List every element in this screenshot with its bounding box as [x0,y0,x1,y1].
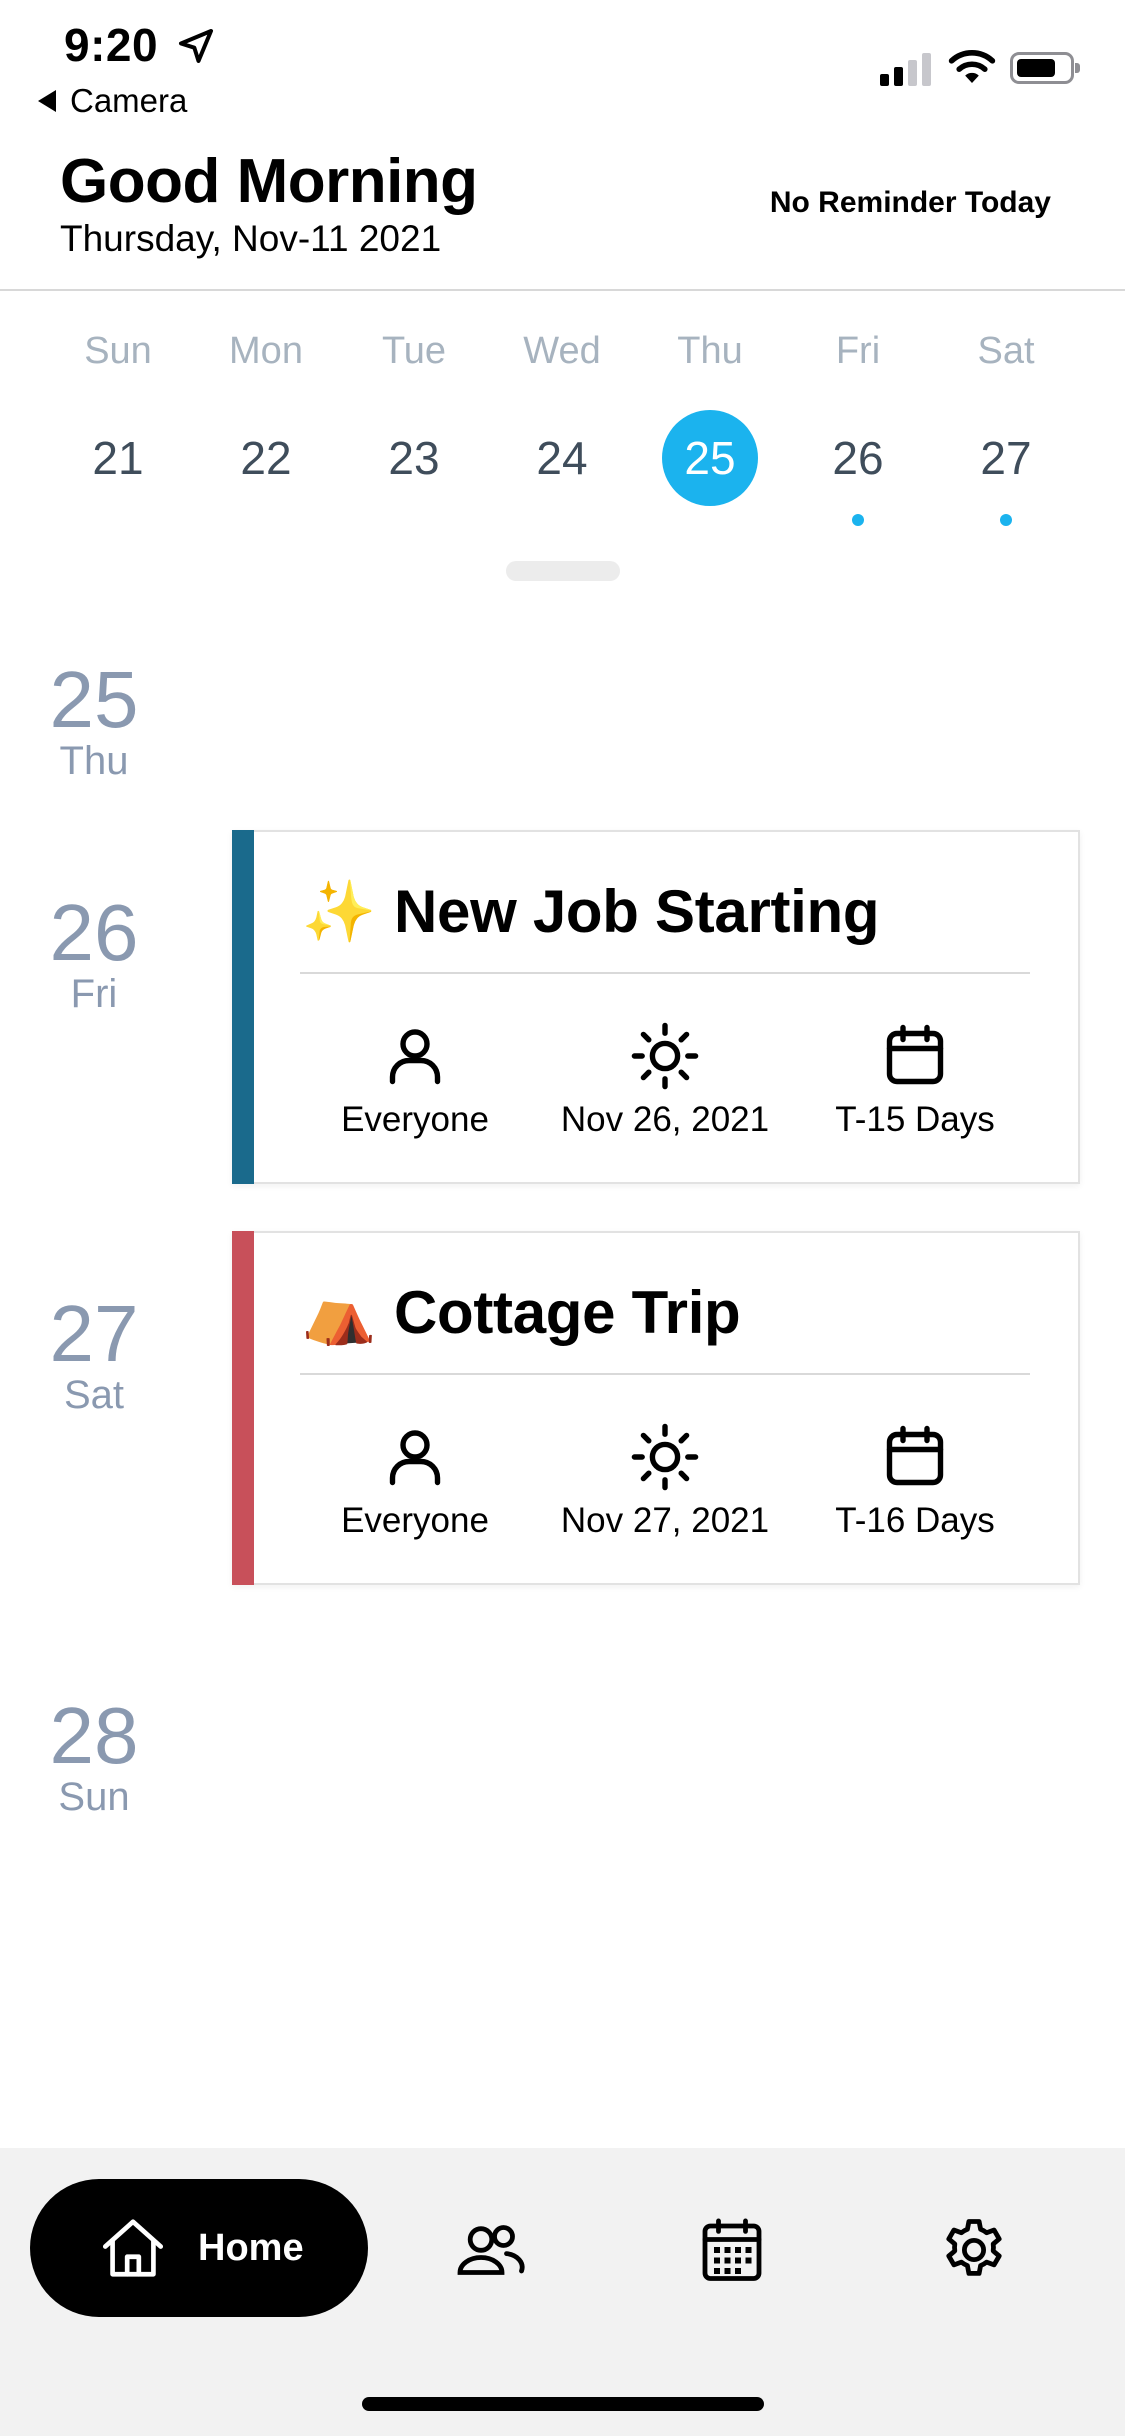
drag-handle[interactable] [506,561,620,581]
people-icon[interactable] [454,2214,526,2286]
week-day[interactable]: Thu 25 [636,330,784,526]
back-label: Camera [70,82,188,119]
wifi-icon [948,50,996,83]
greeting-title: Good Morning [60,147,478,216]
week-day[interactable]: Sun 21 [44,330,192,526]
event-countdown: T-16 Days [835,1501,995,1540]
event-dot [1000,514,1012,526]
week-day-number[interactable]: 24 [514,410,610,506]
timeline-day-name: Fri [70,972,118,1016]
week-day[interactable]: Fri 26 [784,330,932,526]
week-day-number[interactable]: 21 [70,410,166,506]
event-dot [852,514,864,526]
header-divider [0,289,1125,291]
home-indicator[interactable] [362,2397,764,2411]
event-divider [300,1373,1030,1375]
event-divider [300,972,1030,974]
week-day-name: Wed [523,330,601,372]
sun-icon [631,1423,699,1491]
timeline-date: 25 Thu [28,655,160,783]
week-day-number[interactable]: 26 [810,410,906,506]
back-triangle-icon [38,90,56,112]
home-tab-button[interactable]: Home [30,2179,368,2317]
week-day-name: Sun [84,330,152,372]
week-day-name: Fri [835,330,881,372]
event-card[interactable]: ⛺ Cottage Trip Everyone Nov 27, 2021 T-1… [232,1231,1080,1585]
current-date: Thursday, Nov-11 2021 [60,218,442,259]
week-day-number[interactable]: 27 [958,410,1054,506]
home-tab-label: Home [198,2226,304,2269]
week-day-number[interactable]: 23 [366,410,462,506]
week-day[interactable]: Sat 27 [932,330,1080,526]
week-day[interactable]: Mon 22 [192,330,340,526]
calendar-grid-icon[interactable] [696,2214,768,2286]
home-icon [102,2219,164,2277]
event-card[interactable]: ✨ New Job Starting Everyone Nov 26, 2021… [232,830,1080,1184]
week-day-number-selected[interactable]: 25 [662,410,758,506]
status-time: 9:20 [64,19,159,71]
back-to-camera-link[interactable]: Camera [38,82,187,120]
event-color-stripe [232,1231,254,1585]
timeline-day-number: 27 [49,1289,139,1378]
timeline-day-number: 28 [49,1691,139,1780]
battery-icon [1010,52,1080,84]
timeline-day-number: 26 [49,888,139,977]
calendar-icon [886,1024,944,1085]
event-color-stripe [232,830,254,1184]
week-day[interactable]: Tue 23 [340,330,488,526]
week-day-name: Sat [977,330,1035,372]
timeline-date: 27 Sat [28,1289,160,1417]
event-audience: Everyone [341,1501,489,1540]
person-icon [389,1029,441,1085]
sun-icon [631,1022,699,1090]
tent-icon: ⛺ [301,1278,377,1346]
timeline-day-name: Sat [63,1373,125,1417]
timeline-day-number: 25 [49,655,139,744]
reminder-status[interactable]: No Reminder Today [770,186,1051,220]
event-audience: Everyone [341,1100,489,1139]
event-date: Nov 27, 2021 [560,1501,770,1540]
week-day[interactable]: Wed 24 [488,330,636,526]
bottom-nav-bar: Home [0,2148,1125,2436]
week-day-name: Tue [381,330,447,372]
timeline-day-name: Sun [58,1775,130,1819]
event-countdown: T-15 Days [835,1100,995,1139]
gear-icon[interactable] [938,2214,1010,2286]
location-arrow-icon [179,29,213,63]
calendar-icon [886,1425,944,1486]
week-day-number[interactable]: 22 [218,410,314,506]
timeline-day-name: Thu [59,739,129,783]
week-strip: Sun 21 Mon 22 Tue 23 Wed 24 Thu 25 Fri 2… [44,330,1081,526]
timeline-date: 28 Sun [28,1691,160,1819]
sparkles-icon: ✨ [301,877,377,945]
event-title: Cottage Trip [394,1278,741,1346]
event-date: Nov 26, 2021 [560,1100,770,1139]
person-icon [389,1430,441,1486]
event-title: New Job Starting [394,877,880,945]
timeline-date: 26 Fri [28,888,160,1016]
week-day-name: Mon [229,330,303,372]
week-day-name: Thu [677,330,743,372]
cellular-signal-icon [880,52,931,86]
